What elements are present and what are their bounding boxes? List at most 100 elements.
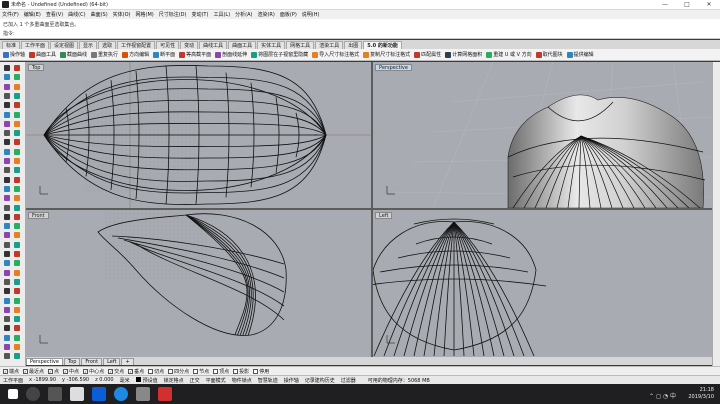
tool-icon[interactable] xyxy=(4,344,10,350)
tool-icon[interactable] xyxy=(4,241,10,248)
tool-icon[interactable] xyxy=(14,278,20,285)
viewport-left[interactable]: Left xyxy=(373,210,712,357)
tool-icon[interactable] xyxy=(14,65,20,71)
status-toggle[interactable]: 锁定格点 xyxy=(164,377,184,384)
toolbar-button[interactable]: 方向编辑 xyxy=(122,51,149,58)
toolbar-button[interactable]: 操作轴 xyxy=(3,51,25,58)
toolbar-button[interactable]: 取代图块 xyxy=(535,51,563,58)
tool-icon[interactable] xyxy=(14,102,20,109)
tool-icon[interactable] xyxy=(14,297,20,304)
menu-item[interactable]: 曲面(S) xyxy=(91,11,108,18)
toolbar-button[interactable]: 重建 U 或 V 方向 xyxy=(486,51,532,58)
osnap-toggle[interactable]: ✓ 端点 xyxy=(3,368,19,375)
photoshop-icon[interactable] xyxy=(92,387,106,401)
viewport-tab[interactable]: Left xyxy=(103,358,121,365)
viewport-tab[interactable]: Top xyxy=(63,358,81,365)
menu-item[interactable]: 变动(T) xyxy=(191,11,208,18)
tool-icon[interactable] xyxy=(14,334,20,341)
toolbar-button[interactable]: 截面曲线 xyxy=(60,51,87,58)
toolbar-button[interactable]: 计算网格面积 xyxy=(445,51,482,58)
menu-item[interactable]: 渲染(R) xyxy=(257,11,274,18)
layer-indicator[interactable]: 预设值 xyxy=(135,376,158,384)
tool-icon[interactable] xyxy=(14,353,20,360)
search-icon[interactable] xyxy=(26,387,40,401)
toolbar-button[interactable]: 等高截平面 xyxy=(179,51,211,58)
osnap-toggle[interactable]: ✓ 中点 xyxy=(63,368,79,375)
tool-icon[interactable] xyxy=(4,130,10,137)
osnap-toggle[interactable]: 顶点 xyxy=(213,368,229,375)
osnap-toggle[interactable]: ✓ 垂点 xyxy=(128,368,144,375)
menu-item[interactable]: 编辑(E) xyxy=(24,11,41,18)
menu-item[interactable]: 分析(A) xyxy=(235,11,252,18)
checkbox[interactable] xyxy=(213,368,219,374)
tool-icon[interactable] xyxy=(14,139,20,146)
osnap-toggle[interactable]: 投影 xyxy=(233,368,249,375)
clock[interactable]: 21:18 2019/3/10 xyxy=(688,387,714,401)
tool-icon[interactable] xyxy=(4,251,10,257)
tool-icon[interactable] xyxy=(4,120,10,127)
tool-icon[interactable] xyxy=(14,74,20,81)
viewport-tab[interactable]: + xyxy=(121,358,134,365)
checkbox[interactable]: ✓ xyxy=(63,368,69,374)
menu-item[interactable]: 网格(M) xyxy=(136,11,154,18)
app-icon[interactable] xyxy=(158,387,172,401)
viewport-label-left[interactable]: Left xyxy=(375,212,393,219)
toolbar-button[interactable]: 将图层在子视窗里隐藏 xyxy=(251,51,308,58)
tool-icon[interactable] xyxy=(4,167,10,174)
checkbox[interactable]: ✓ xyxy=(48,368,54,374)
tool-icon[interactable] xyxy=(14,316,20,323)
cplane-label[interactable]: 工作平面 xyxy=(3,377,23,384)
tool-icon[interactable] xyxy=(4,74,10,81)
tool-icon[interactable] xyxy=(14,344,20,350)
tool-icon[interactable] xyxy=(14,204,20,211)
menu-item[interactable]: 文件(F) xyxy=(2,11,19,18)
toolbar-tab[interactable]: 选取 xyxy=(98,41,117,49)
tray-icons[interactable]: ⌃ ◻ ◔ 中 xyxy=(649,391,676,400)
tool-icon[interactable] xyxy=(14,232,20,239)
tool-icon[interactable] xyxy=(14,158,20,164)
status-toggle[interactable]: 记录建构历史 xyxy=(305,377,335,384)
viewport-tab[interactable]: Perspective xyxy=(26,358,63,365)
menu-item[interactable]: 曲线(C) xyxy=(68,11,85,18)
toolbar-button[interactable]: 重复执行 xyxy=(91,51,118,58)
checkbox[interactable] xyxy=(233,368,239,374)
viewport-label-top[interactable]: Top xyxy=(28,64,45,71)
menu-item[interactable]: 说明(H) xyxy=(302,11,320,18)
tool-icon[interactable] xyxy=(14,306,20,313)
tool-icon[interactable] xyxy=(14,120,20,127)
toolbar-button[interactable]: 复制尺寸标注格式 xyxy=(363,51,410,58)
checkbox[interactable] xyxy=(168,368,174,374)
tool-icon[interactable] xyxy=(4,297,10,304)
tool-icon[interactable] xyxy=(4,195,10,202)
osnap-toggle[interactable]: ✓ 最近点 xyxy=(23,368,44,375)
task-view-icon[interactable] xyxy=(48,387,62,401)
osnap-toggle[interactable]: 节点 xyxy=(193,368,209,375)
toolbar-tab[interactable]: 渲染工具 xyxy=(315,41,344,49)
toolbar-button[interactable]: 断平面 xyxy=(153,51,175,58)
minimize-button[interactable]: — xyxy=(654,0,676,10)
tool-icon[interactable] xyxy=(14,195,20,202)
tool-icon[interactable] xyxy=(4,148,10,155)
menu-item[interactable]: 面板(P) xyxy=(280,11,297,18)
tool-icon[interactable] xyxy=(14,241,20,248)
menu-item[interactable]: 查看(V) xyxy=(46,11,63,18)
viewport-top[interactable]: Top xyxy=(26,62,371,208)
tool-icon[interactable] xyxy=(4,334,10,341)
tool-icon[interactable] xyxy=(4,316,10,323)
status-toggle[interactable]: 智慧轨迹 xyxy=(258,377,278,384)
status-toggle[interactable]: 物件锁点 xyxy=(232,377,252,384)
right-panel-strip[interactable] xyxy=(712,62,720,366)
toolbar-button[interactable]: 匹配属性 xyxy=(414,51,441,58)
tool-icon[interactable] xyxy=(14,288,20,295)
tool-icon[interactable] xyxy=(14,325,20,332)
tool-icon[interactable] xyxy=(4,213,10,220)
viewport-front[interactable]: Front xyxy=(26,210,371,357)
toolbar-tab[interactable]: 变动 xyxy=(180,41,199,49)
checkbox[interactable] xyxy=(148,368,154,374)
checkbox[interactable]: ✓ xyxy=(83,368,89,374)
osnap-toggle[interactable]: 切点 xyxy=(148,368,164,375)
tool-icon[interactable] xyxy=(4,83,10,90)
tool-icon[interactable] xyxy=(4,65,10,71)
toolbar-tab[interactable]: 5.0 的新功能 xyxy=(363,41,402,49)
tool-icon[interactable] xyxy=(4,176,10,183)
